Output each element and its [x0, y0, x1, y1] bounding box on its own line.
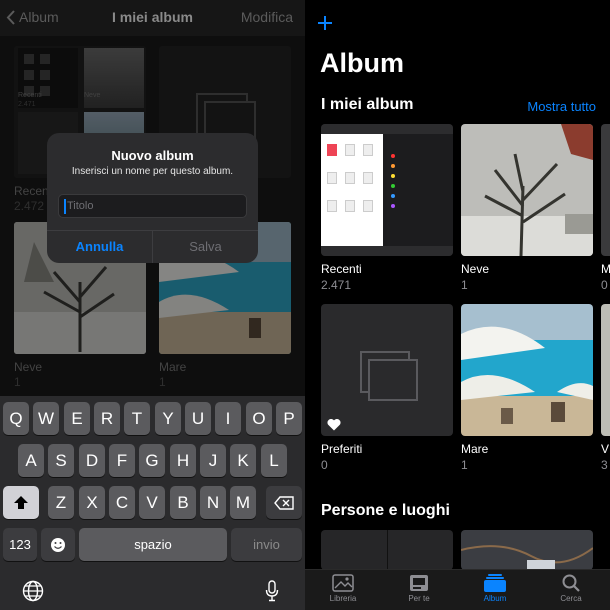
key-b[interactable]: B	[170, 486, 196, 519]
key-w[interactable]: W	[33, 402, 59, 435]
section-title-my-albums: I miei album	[321, 96, 414, 113]
key-x[interactable]: X	[79, 486, 105, 519]
key-l[interactable]: L	[261, 444, 287, 477]
key-i[interactable]: I	[215, 402, 241, 435]
album-icon	[484, 574, 506, 592]
key-v[interactable]: V	[139, 486, 165, 519]
text-caret	[64, 199, 66, 214]
album-count-neve: 1	[461, 278, 468, 292]
shift-key[interactable]	[3, 486, 39, 519]
space-key[interactable]: spazio	[79, 528, 227, 561]
album-thumb-partial-bottom[interactable]	[601, 304, 610, 436]
key-e[interactable]: E	[64, 402, 90, 435]
search-icon	[562, 574, 580, 592]
add-album-button[interactable]	[317, 14, 333, 34]
key-k[interactable]: K	[230, 444, 256, 477]
section-title-people-places: Persone e luoghi	[321, 502, 450, 519]
tab-album[interactable]: Album	[465, 574, 525, 603]
tab-label-libreria: Libreria	[329, 594, 357, 603]
left-pane: Album I miei album Modifica Recenti 2.47…	[0, 0, 305, 610]
keyboard: Q W E R T Y U I O P A S D F G H J K L Z …	[0, 396, 305, 610]
map-preview	[461, 545, 593, 570]
dialog-message: Inserisci un nome per questo album.	[71, 166, 234, 177]
numbers-key[interactable]: 123	[3, 528, 37, 561]
album-thumb-mare[interactable]	[461, 304, 593, 436]
key-z[interactable]: Z	[48, 486, 74, 519]
tab-label-album: Album	[483, 594, 507, 603]
album-name-neve: Neve	[461, 262, 490, 276]
page-title: Album	[320, 48, 404, 78]
key-y[interactable]: Y	[155, 402, 181, 435]
emoji-icon	[51, 538, 65, 552]
tab-label-per-te: Per te	[408, 594, 430, 603]
save-button[interactable]: Salva	[153, 230, 258, 263]
album-name-preferiti: Preferiti	[321, 442, 363, 456]
cancel-button[interactable]: Annulla	[47, 230, 152, 263]
nav-bar: Album I miei album Modifica	[0, 0, 305, 36]
key-p[interactable]: P	[276, 402, 302, 435]
album-count-partial-top: 0	[601, 278, 608, 292]
key-q[interactable]: Q	[3, 402, 29, 435]
album-name-partial-bottom: V	[601, 442, 610, 456]
tab-label-cerca: Cerca	[560, 594, 582, 603]
album-title-input[interactable]	[58, 194, 247, 218]
delete-key[interactable]	[266, 486, 302, 519]
right-pane: Album I miei album Mostra tutto Recenti …	[305, 0, 610, 610]
album-count-preferiti: 0	[321, 458, 328, 472]
key-u[interactable]: U	[185, 402, 211, 435]
beach-photo	[461, 304, 593, 436]
key-c[interactable]: C	[109, 486, 135, 519]
globe-icon[interactable]	[22, 580, 44, 602]
photos-library-icon	[332, 574, 354, 592]
backspace-icon	[274, 496, 294, 510]
album-thumb-neve[interactable]	[461, 124, 593, 256]
key-g[interactable]: G	[139, 444, 165, 477]
new-album-dialog: Nuovo album Inserisci un nome per questo…	[47, 133, 258, 263]
key-d[interactable]: D	[79, 444, 105, 477]
key-h[interactable]: H	[170, 444, 196, 477]
key-m[interactable]: M	[230, 486, 256, 519]
key-r[interactable]: R	[94, 402, 120, 435]
microphone-icon[interactable]	[265, 580, 279, 602]
see-all-link[interactable]: Mostra tutto	[527, 99, 596, 114]
return-key[interactable]: invio	[231, 528, 302, 561]
album-name-recenti: Recenti	[321, 262, 362, 276]
photo-stack-icon	[360, 351, 418, 401]
emoji-key[interactable]	[41, 528, 75, 561]
album-count-partial-bottom: 3	[601, 458, 608, 472]
heart-icon	[327, 418, 341, 431]
places-map-thumb[interactable]	[461, 530, 593, 570]
album-name-mare: Mare	[461, 442, 489, 456]
album-count-recenti: 2.471	[321, 278, 352, 292]
key-f[interactable]: F	[109, 444, 135, 477]
key-n[interactable]: N	[200, 486, 226, 519]
for-you-icon	[410, 575, 428, 591]
album-thumb-preferiti[interactable]	[321, 304, 453, 436]
tab-bar: Libreria Per te Album Cerca	[305, 569, 610, 610]
tab-libreria[interactable]: Libreria	[313, 574, 373, 603]
tab-cerca[interactable]: Cerca	[541, 574, 601, 603]
people-album-thumb[interactable]	[321, 530, 453, 570]
tab-per-te[interactable]: Per te	[389, 574, 449, 603]
key-o[interactable]: O	[246, 402, 272, 435]
album-name-partial-top: M	[601, 262, 610, 276]
key-a[interactable]: A	[18, 444, 44, 477]
shift-arrow-icon	[14, 496, 28, 509]
key-j[interactable]: J	[200, 444, 226, 477]
snow-tree-photo	[461, 124, 593, 256]
dialog-title: Nuovo album	[111, 148, 194, 163]
album-thumb-partial-top[interactable]	[601, 124, 610, 256]
album-count-mare: 1	[461, 458, 468, 472]
plus-icon	[318, 16, 332, 30]
album-thumb-recenti[interactable]	[321, 124, 453, 256]
edit-button[interactable]: Modifica	[241, 9, 293, 25]
key-s[interactable]: S	[48, 444, 74, 477]
key-t[interactable]: T	[124, 402, 150, 435]
